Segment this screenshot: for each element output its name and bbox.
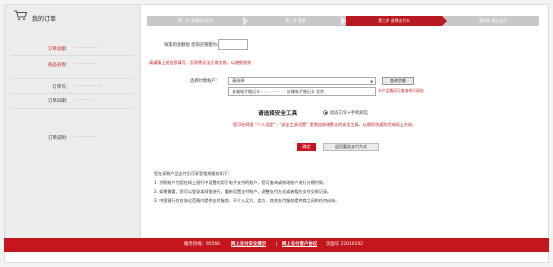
amount-limit-prompt: 每笔的金额限 您购买限额为： [164, 43, 222, 48]
return-reselect-button[interactable]: 返回重选支付方式 [323, 143, 379, 151]
query-balance-button[interactable]: 查询余额 [382, 77, 414, 85]
order-desc-value: · · · · · · · · [75, 135, 96, 140]
order-number-label: 订单号： [52, 85, 70, 90]
order-sidebar: 我的订单 订单总额： · · · · · · · · · 商品名称： · · ·… [5, 5, 141, 238]
account-note: 卡产品情况可查询本行网站 [378, 88, 424, 93]
customer-agreement-link[interactable]: 网上支付客户协议 [282, 238, 317, 252]
warning-text: 请谨慎上述信息填写，否则将无法正常交易，以避免损失 [149, 60, 252, 65]
sidebar-header: 我的订单 [5, 5, 140, 27]
divider [11, 78, 134, 79]
shopping-cart-icon [14, 10, 27, 21]
step-3-active: 第三步 选择支付卡 [346, 16, 442, 26]
footer-version: 页面号 22010102 [326, 242, 363, 247]
divider [11, 55, 134, 56]
radio-label[interactable]: 动态口令+手机短信 [330, 110, 368, 116]
step-4: 第四步 确认支付 [479, 18, 507, 23]
footer-bar: 服务热线：95566 网上支付安全提示 | 网上支付客户协议 页面号 22010… [4, 238, 549, 252]
radio-button[interactable] [323, 110, 328, 115]
amount-limit-input[interactable] [218, 39, 248, 50]
account-info-field: 长城电子借记卡 · · · · · · · · · · 长城电子借记卡 北京 [228, 87, 376, 96]
divider [11, 93, 134, 94]
notes-heading: 您在采购产品支付后可享受相关服务如下： [154, 171, 232, 176]
footer-separator: | [276, 242, 278, 247]
security-tool-hint: 您可在网银 “个人设定” - “安全工具设置” 里增加修改默认的安全工具，以便您… [233, 122, 417, 127]
step-progress-bar: 第一步 选择支付方式 第二步 登录 第三步 选择支付卡 第四步 确认支付 [147, 16, 539, 26]
sidebar-title: 我的订单 [32, 16, 57, 23]
note-item: 1. 付款账户为您在网上银行中设置的用于电子支付的账户，您可查询或修改账户进行分… [154, 180, 328, 185]
order-date-label: 订单日期： [48, 99, 70, 104]
security-tool-title: 请选择安全工具 [258, 111, 298, 117]
order-total-value: · · · · · · · · · [75, 46, 99, 51]
payment-account-label: 选择付款账户： [190, 79, 221, 84]
step-1: 第一步 选择支付方式 [178, 18, 214, 23]
product-name-value: · · · · · · · · [75, 62, 96, 67]
note-item: 3. 中国银行仅在协议范围内提供支付服务，不介入买方、卖方、其他支付服务提供商之… [154, 198, 340, 203]
step-2: 第二步 登录 [285, 18, 306, 23]
security-tips-link[interactable]: 网上支付安全提示 [231, 238, 266, 252]
chevron-down-icon: ▼ [370, 79, 373, 84]
confirm-button[interactable]: 确定 [297, 143, 316, 151]
product-name-label: 商品名称： [48, 63, 70, 68]
payment-account-select[interactable]: 请选择 ▼ [228, 77, 376, 85]
order-total-label: 订单总额： [48, 47, 70, 52]
footer-hotline: 服务热线：95566 [184, 242, 220, 247]
order-desc-label: 订单说明： [48, 136, 70, 141]
note-item: 2. 如果需要，您可以登录本网银进行，重新设置支付账户，调整支付方式或者相应支付… [154, 189, 332, 194]
order-number-value: · · · · · · · · · · [75, 84, 102, 89]
order-date-value: · · · · · · · [75, 98, 94, 103]
select-value: 请选择 [232, 78, 245, 83]
divider [11, 108, 134, 109]
